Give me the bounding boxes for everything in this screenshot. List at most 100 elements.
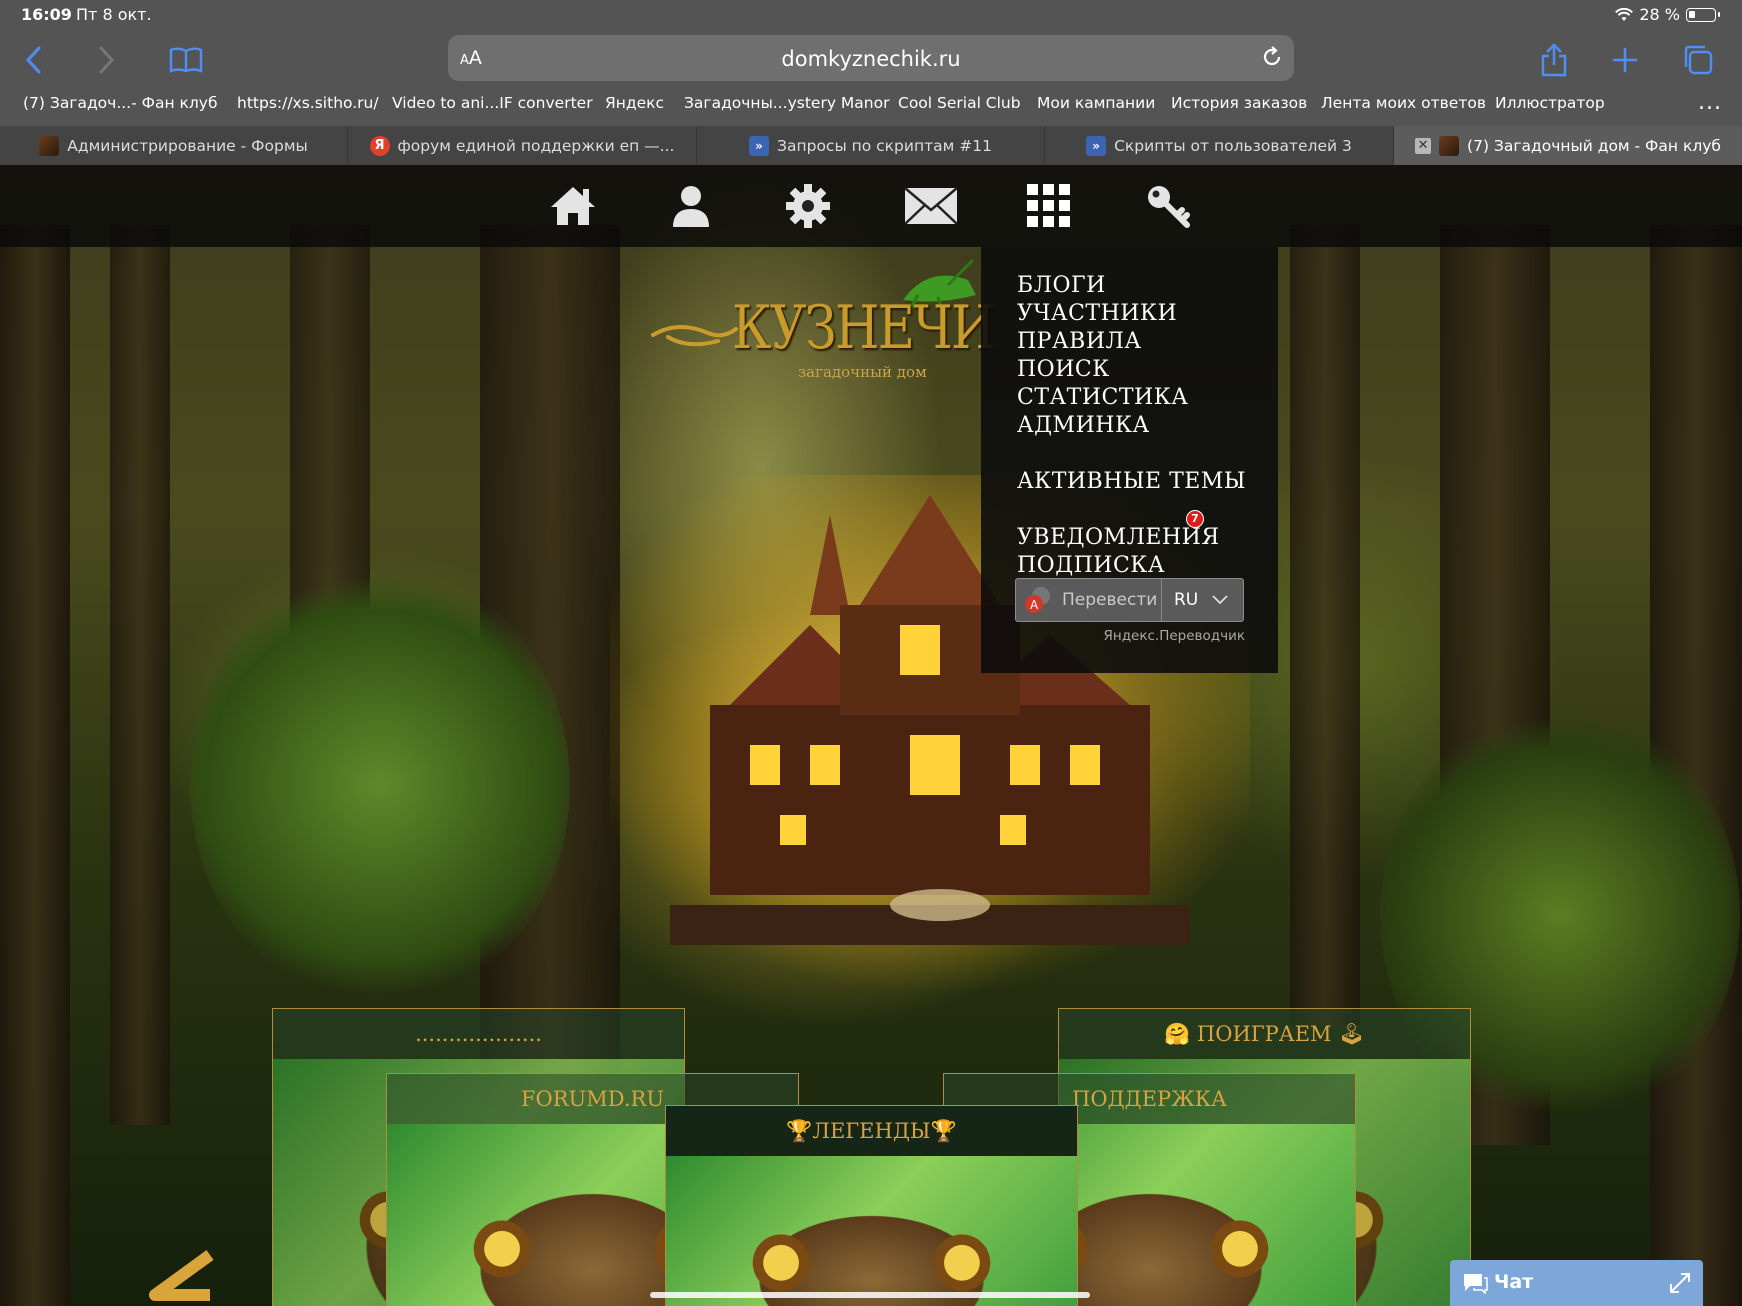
translate-widget: A Перевести RU (1015, 578, 1244, 622)
translate-label: Перевести (1062, 590, 1158, 610)
browser-chrome: 16:09 Пт 8 окт. 28 % AA domkyznechik.ru (0, 0, 1742, 165)
more-bookmarks-button[interactable]: ... (1698, 90, 1722, 115)
menu-item-search[interactable]: ПОИСК (1017, 357, 1110, 382)
translate-language-select[interactable]: RU (1163, 579, 1243, 621)
scripts-icon: » (749, 135, 770, 156)
favorites-bar: (7) Загадоч...- Фан клуб https://xs.sith… (0, 90, 1742, 120)
bookmarks-button[interactable] (166, 40, 206, 80)
expand-icon[interactable] (1669, 1272, 1691, 1294)
card-title: 🤗 ПОИГРАЕМ 🕹 (1059, 1009, 1470, 1059)
tabs-icon (1684, 45, 1713, 75)
status-bar: 16:09 Пт 8 окт. 28 % (0, 0, 1742, 30)
scripts-icon: » (1086, 135, 1107, 156)
carousel-card-featured[interactable]: 🏆ЛЕГЕНДЫ🏆 (665, 1105, 1078, 1306)
status-date: Пт 8 окт. (76, 5, 152, 24)
share-icon (1541, 43, 1567, 77)
nav-messages[interactable] (903, 179, 959, 233)
forum-image-icon (1439, 135, 1460, 156)
menu-item-users[interactable]: УЧАСТНИКИ (1017, 301, 1177, 326)
back-button[interactable] (14, 40, 54, 80)
nav-profile[interactable] (663, 179, 719, 233)
menu-item-stats[interactable]: СТАТИСТИКА (1017, 385, 1188, 410)
share-button[interactable] (1534, 40, 1574, 80)
new-tab-button[interactable] (1605, 40, 1645, 80)
pine-tree (190, 565, 570, 1005)
card-title: 🏆ЛЕГЕНДЫ🏆 (666, 1106, 1077, 1156)
carousel-prev-arrow-icon[interactable] (140, 1250, 220, 1306)
tab-support-forum[interactable]: Я форум единой поддержки еп —... (348, 126, 697, 165)
bookmark-item[interactable]: Лента моих ответов (1321, 94, 1486, 112)
tab-label: Скрипты от пользователей 3 (1114, 136, 1352, 155)
tab-script-requests[interactable]: » Запросы по скриптам #11 (697, 126, 1045, 165)
tab-label: Администрирование - Формы (67, 136, 308, 155)
forest-trunk (110, 225, 170, 1125)
language-code: RU (1174, 590, 1199, 610)
nav-home[interactable] (545, 179, 601, 233)
chevron-left-icon (25, 46, 41, 74)
home-indicator (650, 1292, 1090, 1298)
menu-item-subscription[interactable]: ПОДПИСКА (1017, 553, 1165, 578)
grid-menu-icon (1027, 184, 1070, 227)
card-title: ................... (273, 1009, 684, 1059)
tab-admin-forms[interactable]: Администрирование - Формы (0, 126, 348, 165)
chat-label: Чат (1494, 1271, 1534, 1293)
chevron-right-icon (99, 46, 115, 74)
wifi-icon (1615, 7, 1634, 21)
ornament-icon (651, 325, 738, 347)
menu-item-admin[interactable]: АДМИНКА (1017, 413, 1150, 438)
bookmark-item[interactable]: (7) Загадоч...- Фан клуб (23, 94, 218, 112)
forest-trunk (1290, 225, 1360, 1025)
bookmark-item[interactable]: Cool Serial Club (898, 94, 1021, 112)
tab-label: Запросы по скриптам #11 (777, 136, 992, 155)
url-text: domkyznechik.ru (781, 47, 961, 71)
tab-strip: Администрирование - Формы Я форум единой… (0, 126, 1742, 165)
tabs-overview-button[interactable] (1678, 40, 1718, 80)
owl-image (666, 1156, 1077, 1306)
plus-icon (1612, 47, 1638, 73)
status-time: 16:09 (21, 5, 72, 24)
bookmark-item[interactable]: https://xs.sitho.ru/ (237, 94, 379, 112)
address-bar[interactable]: AA domkyznechik.ru (448, 35, 1294, 81)
gear-icon (786, 184, 830, 228)
chevron-down-icon (1212, 595, 1228, 605)
menu-item-rules[interactable]: ПРАВИЛА (1017, 329, 1142, 354)
menu-item-notifications[interactable]: УВЕДОМЛЕНИЯ (1017, 525, 1220, 550)
reload-button[interactable] (1260, 45, 1284, 73)
menu-item-blogs[interactable]: БЛОГИ (1017, 273, 1106, 298)
reload-icon (1263, 46, 1281, 66)
tab-fan-club-active[interactable]: ✕ (7) Загадочный дом - Фан клуб (1394, 126, 1742, 165)
nav-menu[interactable] (1021, 179, 1077, 233)
translate-credit[interactable]: Яндекс.Переводчик (1104, 628, 1246, 644)
web-page: КУЗНЕЧИ загадочный дом БЛОГИ УЧАСТНИКИ П… (0, 165, 1742, 1306)
site-logo[interactable]: КУЗНЕЧИ загадочный дом (648, 258, 996, 385)
forum-top-nav (0, 165, 1742, 247)
tab-user-scripts[interactable]: » Скрипты от пользователей 3 (1045, 126, 1394, 165)
battery-percent: 28 % (1639, 5, 1680, 24)
bookmark-item[interactable]: Video to ani...IF converter (392, 94, 593, 112)
bookmark-item[interactable]: Мои кампании (1037, 94, 1155, 112)
forum-image-icon (39, 135, 60, 156)
bookmark-item[interactable]: Иллюстратор (1495, 94, 1605, 112)
yandex-icon: Я (369, 135, 390, 156)
bookmark-item[interactable]: Яндекс (605, 94, 664, 112)
key-icon (1148, 186, 1190, 228)
chat-widget[interactable]: Чат (1450, 1260, 1703, 1306)
forum-dropdown-menu: БЛОГИ УЧАСТНИКИ ПРАВИЛА ПОИСК СТАТИСТИКА… (981, 247, 1278, 673)
forward-button[interactable] (86, 40, 126, 80)
tab-label: форум единой поддержки еп —... (397, 136, 675, 155)
translate-icon: A (1025, 587, 1050, 613)
chat-icon (1464, 1274, 1488, 1294)
translate-button[interactable]: A Перевести (1016, 579, 1162, 621)
nav-login[interactable] (1140, 179, 1196, 233)
logo-subtitle: загадочный дом (798, 363, 927, 381)
nav-settings[interactable] (780, 179, 836, 233)
forest-trunk (0, 225, 70, 1306)
bookmark-item[interactable]: История заказов (1171, 94, 1307, 112)
logo-title: КУЗНЕЧИ (732, 293, 996, 363)
book-icon (169, 47, 203, 73)
close-tab-button[interactable]: ✕ (1415, 137, 1432, 154)
mail-icon (904, 187, 958, 225)
user-icon (673, 186, 709, 227)
menu-item-active-topics[interactable]: АКТИВНЫЕ ТЕМЫ (1017, 469, 1246, 494)
bookmark-item[interactable]: Загадочны...ystery Manor (684, 94, 889, 112)
